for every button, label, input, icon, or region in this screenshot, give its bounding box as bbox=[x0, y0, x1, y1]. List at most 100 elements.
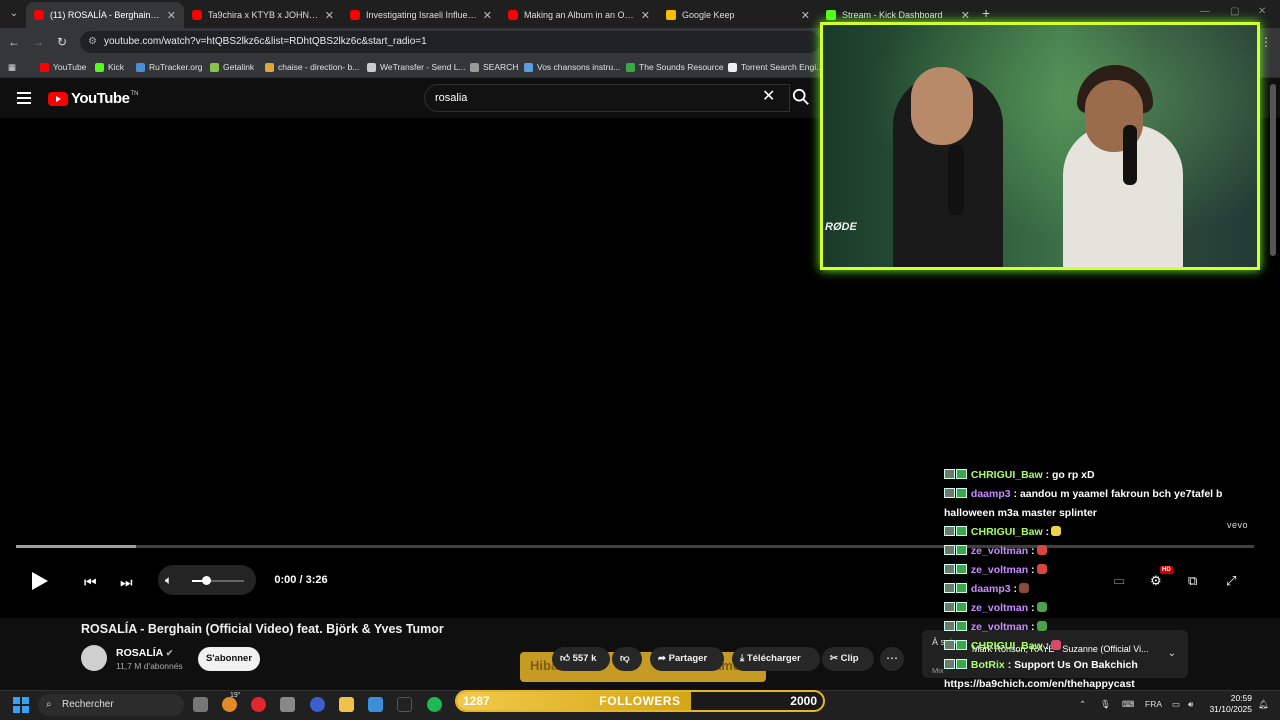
tab-search-icon[interactable]: ⌄ bbox=[6, 6, 22, 22]
weather-icon[interactable] bbox=[222, 697, 237, 712]
bookmark-wetransfer[interactable]: WeTransfer - Send L... bbox=[367, 60, 466, 74]
close-tab-icon[interactable]: ✕ bbox=[961, 9, 970, 22]
site-info-icon[interactable]: ⚙ bbox=[88, 31, 97, 53]
clear-search-icon[interactable]: ✕ bbox=[762, 86, 775, 106]
close-tab-icon[interactable]: ✕ bbox=[641, 9, 650, 22]
previous-icon[interactable]: ⏮ bbox=[84, 574, 97, 591]
bookmark-youtube[interactable]: YouTube bbox=[40, 60, 86, 74]
maximize-icon[interactable]: ▢ bbox=[1230, 6, 1239, 17]
close-tab-icon[interactable]: ✕ bbox=[325, 9, 334, 22]
tab-google-keep[interactable]: Google Keep ✕ bbox=[658, 2, 818, 28]
bookmark-sounds-resource[interactable]: The Sounds Resource bbox=[626, 60, 724, 74]
avatar[interactable] bbox=[81, 645, 107, 671]
chat-username[interactable]: CHRIGUI_Baw bbox=[971, 469, 1043, 481]
bookmark-label: WeTransfer - Send L... bbox=[380, 62, 466, 72]
followers-goal: 2000 bbox=[790, 694, 817, 708]
share-button[interactable]: ➦ Partager bbox=[650, 647, 724, 671]
taskbar-search[interactable]: ⌕ Rechercher bbox=[38, 694, 184, 716]
play-icon[interactable] bbox=[32, 572, 48, 590]
sounds-resource-icon bbox=[626, 62, 635, 72]
chat-username[interactable]: ze_voltman bbox=[971, 545, 1028, 557]
back-icon[interactable]: ← bbox=[6, 34, 22, 50]
hamburger-menu-icon[interactable] bbox=[17, 92, 31, 104]
bookmark-vos-chansons[interactable]: Vos chansons instru... bbox=[524, 60, 620, 74]
clip-button[interactable]: ✂ Clip bbox=[822, 647, 874, 671]
search-bookmark-icon bbox=[470, 62, 479, 72]
new-tab-icon[interactable]: + bbox=[982, 5, 990, 21]
tab-ta9chira[interactable]: Ta9chira x KTYB x JOHNSIX - E ✕ bbox=[184, 2, 342, 28]
chat-username[interactable]: ze_voltman bbox=[971, 564, 1028, 576]
chat-text: : bbox=[1045, 640, 1050, 652]
close-tab-icon[interactable]: ✕ bbox=[167, 9, 176, 22]
subscribe-button[interactable]: S'abonner bbox=[198, 647, 260, 671]
ableton-live-icon[interactable] bbox=[397, 697, 412, 712]
page-scrollbar[interactable] bbox=[1270, 84, 1276, 256]
tab-rosalia[interactable]: (11) ROSALÍA - Berghain (Official ✕ bbox=[26, 2, 184, 28]
folder-icon[interactable] bbox=[339, 697, 354, 712]
chat-message: ze_voltman : bbox=[944, 561, 1264, 580]
chat-message: CHRIGUI_Baw : go rp xD bbox=[944, 466, 1264, 485]
spotify-icon[interactable] bbox=[427, 697, 442, 712]
speaker-icon[interactable]: 🔊︎ bbox=[1188, 699, 1193, 710]
clip-label: Clip bbox=[840, 653, 859, 664]
close-window-icon[interactable]: ✕ bbox=[1258, 6, 1266, 17]
like-button[interactable]: 👍︎ 557 k bbox=[552, 647, 610, 671]
chat-text: : bbox=[1045, 526, 1050, 538]
volume-icon[interactable]: 🔈︎ bbox=[165, 573, 172, 588]
more-actions-icon[interactable]: ⋯ bbox=[880, 647, 904, 671]
apps-icon[interactable]: ▦ bbox=[8, 60, 16, 74]
app-icon[interactable] bbox=[310, 697, 325, 712]
close-tab-icon[interactable]: ✕ bbox=[483, 9, 492, 22]
chat-username[interactable]: CHRIGUI_Baw bbox=[971, 526, 1043, 538]
forward-icon[interactable]: → bbox=[30, 34, 46, 50]
chat-username[interactable]: ze_voltman bbox=[971, 621, 1028, 633]
network-icon[interactable]: ▭ bbox=[1172, 699, 1180, 710]
bookmark-getalink[interactable]: Getalink bbox=[210, 60, 254, 74]
chat-username[interactable]: BotRix bbox=[971, 659, 1005, 671]
download-button[interactable]: ⤓ Télécharger bbox=[732, 647, 820, 671]
chat-message: CHRIGUI_Baw : bbox=[944, 523, 1264, 542]
language-indicator[interactable]: FRA bbox=[1145, 699, 1162, 709]
search-input[interactable]: rosalia bbox=[424, 84, 790, 112]
bookmark-rutracker[interactable]: RuTracker.org bbox=[136, 60, 203, 74]
bookmark-kick[interactable]: Kick bbox=[95, 60, 124, 74]
tab-investigating[interactable]: Investigating Israeli Influence o ✕ bbox=[342, 2, 500, 28]
task-view-icon[interactable] bbox=[193, 697, 208, 712]
tray-chevron-icon[interactable]: ⌃ bbox=[1079, 699, 1086, 710]
reload-icon[interactable]: ↻ bbox=[54, 34, 70, 50]
search-icon[interactable] bbox=[792, 88, 810, 106]
clock[interactable]: 20:59 31/10/2025 bbox=[1206, 693, 1252, 715]
chat-username[interactable]: daamp3 bbox=[971, 583, 1011, 595]
bookmark-search[interactable]: SEARCH bbox=[470, 60, 518, 74]
notification-icon[interactable]: 🔔︎ bbox=[1258, 699, 1269, 710]
volume-knob[interactable] bbox=[202, 576, 212, 585]
microphone-icon[interactable]: 🎙︎ bbox=[1100, 699, 1111, 710]
close-tab-icon[interactable]: ✕ bbox=[801, 9, 810, 22]
bookmark-label: Vos chansons instru... bbox=[537, 62, 621, 72]
chat-username[interactable]: daamp3 bbox=[971, 488, 1011, 500]
dislike-button[interactable]: 👎︎ bbox=[612, 647, 642, 671]
bookmark-chaise[interactable]: chaise - direction- b... bbox=[265, 60, 359, 74]
followers-goal-bar: FOLLOWERS 1287 2000 bbox=[455, 690, 825, 712]
photos-icon[interactable] bbox=[368, 697, 383, 712]
chat-emote-icon bbox=[1019, 583, 1030, 593]
chat-text: : bbox=[1031, 621, 1035, 633]
verified-icon: ✔ bbox=[165, 648, 174, 658]
opera-icon[interactable] bbox=[251, 697, 266, 712]
youtube-logo[interactable]: YouTube TN bbox=[48, 90, 138, 107]
youtube-icon bbox=[34, 10, 44, 20]
next-icon[interactable]: ⏭ bbox=[120, 574, 133, 591]
channel-name[interactable]: ROSALÍA ✔ bbox=[116, 647, 173, 659]
chat-badge-icon bbox=[944, 602, 955, 612]
url-input[interactable]: ⚙ youtube.com/watch?v=htQBS2lkz6c&list=R… bbox=[80, 31, 820, 53]
app-icon[interactable] bbox=[280, 697, 295, 712]
minimize-icon[interactable]: — bbox=[1200, 6, 1210, 17]
tab-making-album[interactable]: Making an Album in an OPEN ✕ bbox=[500, 2, 658, 28]
bookmark-torrent-search[interactable]: Torrent Search Engi... bbox=[728, 60, 823, 74]
windows-start-icon[interactable] bbox=[13, 697, 29, 713]
chat-username[interactable]: CHRIGUI_Baw bbox=[971, 640, 1043, 652]
keyboard-icon[interactable]: ⌨ bbox=[1122, 699, 1134, 710]
browser-menu-icon[interactable]: ⋮ bbox=[1258, 34, 1274, 50]
chat-username[interactable]: ze_voltman bbox=[971, 602, 1028, 614]
getalink-icon bbox=[210, 62, 219, 72]
